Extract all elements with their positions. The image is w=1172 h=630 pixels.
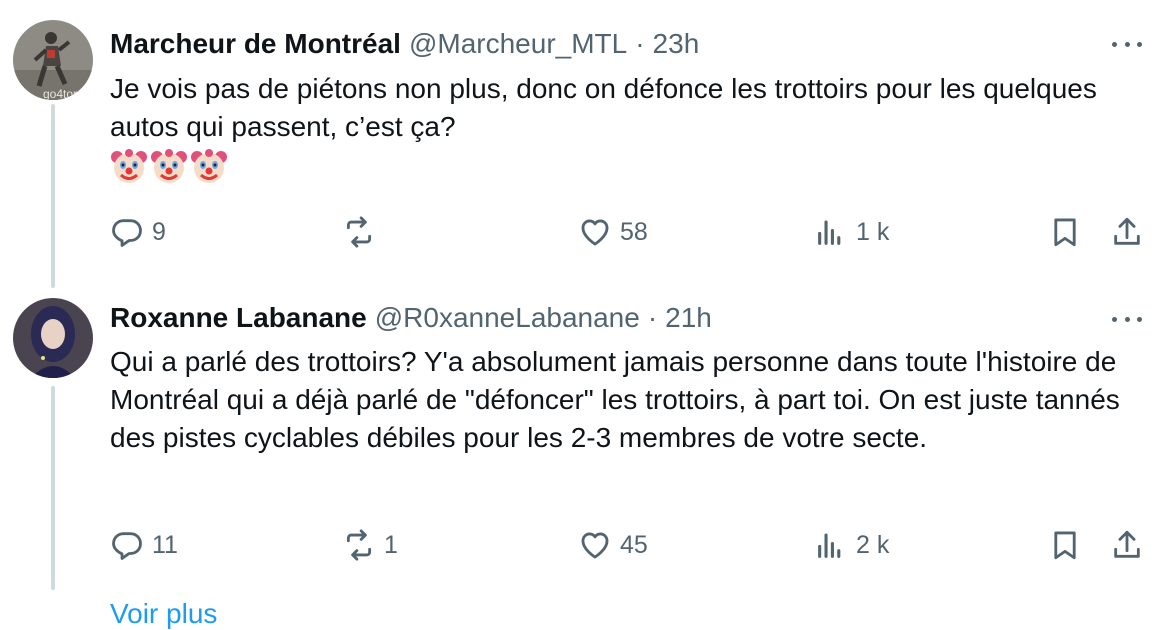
avatar-image <box>13 298 93 378</box>
bookmark-button[interactable] <box>1048 528 1082 562</box>
repost-button[interactable]: 1 <box>342 528 398 562</box>
like-icon <box>581 219 609 246</box>
reply-count: 11 <box>152 530 178 559</box>
share-button[interactable] <box>1110 215 1144 249</box>
tweet-header: Marcheur de Montréal @Marcheur_MTL · 23h <box>110 28 699 60</box>
views-count: 1 k <box>856 217 890 246</box>
thread-line <box>51 104 55 288</box>
reply-icon <box>112 532 142 560</box>
emoji-row <box>110 148 228 186</box>
avatar-image: go4tor <box>13 20 93 100</box>
clown-face-icon <box>151 149 187 183</box>
bookmark-icon <box>1054 531 1076 560</box>
avatar-text: go4tor <box>43 87 77 100</box>
timestamp[interactable]: 23h <box>653 28 700 60</box>
separator: · <box>647 302 658 333</box>
tweet-text: Qui a parlé des trottoirs? Y'a absolumen… <box>110 346 1120 453</box>
repost-button[interactable] <box>342 215 384 249</box>
repost-icon <box>346 529 372 561</box>
bookmark-button[interactable] <box>1048 215 1082 249</box>
show-more-link[interactable]: Voir plus <box>110 598 217 630</box>
thread-line <box>51 386 55 590</box>
like-button[interactable]: 45 <box>578 528 648 562</box>
repost-count: 1 <box>384 530 398 559</box>
timestamp[interactable]: 21h <box>665 302 712 334</box>
more-icon[interactable] <box>1112 36 1142 52</box>
separator: · <box>635 28 645 59</box>
reply-button[interactable]: 11 <box>110 528 178 562</box>
reply-button[interactable]: 9 <box>110 215 166 249</box>
views-count: 2 k <box>856 530 890 559</box>
user-handle[interactable]: @R0xanneLabanane <box>375 302 640 334</box>
like-button[interactable]: 58 <box>578 215 648 249</box>
bookmark-icon <box>1054 218 1076 247</box>
views-button[interactable]: 2 k <box>814 528 889 562</box>
avatar[interactable]: go4tor <box>13 20 93 100</box>
reply-count: 9 <box>152 217 166 246</box>
like-count: 45 <box>620 530 648 559</box>
tweet-text: Je vois pas de piétons non plus, donc on… <box>110 73 1097 142</box>
display-name[interactable]: Roxanne Labanane <box>110 302 367 334</box>
like-count: 58 <box>620 217 648 246</box>
more-icon[interactable] <box>1112 311 1142 327</box>
avatar[interactable] <box>13 298 93 378</box>
reply-icon <box>112 219 142 247</box>
repost-icon <box>346 216 372 248</box>
share-icon <box>1114 530 1140 558</box>
views-button[interactable]: 1 k <box>814 215 889 249</box>
like-icon <box>581 532 609 559</box>
views-icon <box>818 533 841 558</box>
share-button[interactable] <box>1110 528 1144 562</box>
tweet-header: Roxanne Labanane @R0xanneLabanane · 21h <box>110 302 712 334</box>
user-handle[interactable]: @Marcheur_MTL <box>409 28 627 60</box>
clown-face-icon <box>191 149 227 183</box>
clown-face-icon <box>111 149 147 183</box>
share-icon <box>1114 217 1140 245</box>
views-icon <box>818 220 841 245</box>
display-name[interactable]: Marcheur de Montréal <box>110 28 401 60</box>
